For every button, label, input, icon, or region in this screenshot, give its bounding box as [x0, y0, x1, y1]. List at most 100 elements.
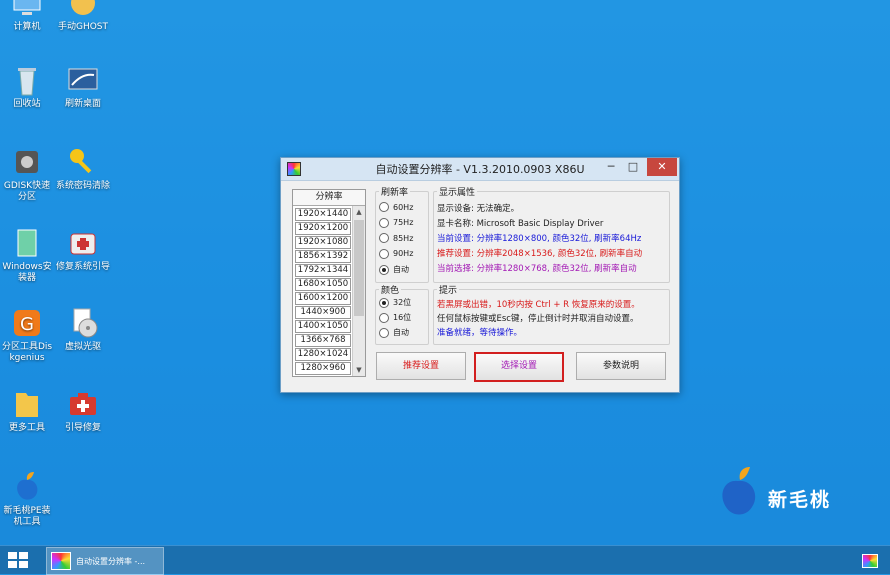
hint-line: 准备就绪，等待操作。 — [437, 328, 523, 338]
display-info-line: 当前设置: 分辨率1280×800, 颜色32位, 刷新率64Hz — [437, 234, 642, 244]
taskbar-item-resolution[interactable]: 自动设置分辨率 -... — [46, 547, 164, 575]
desktop-icon-label: 更多工具 — [8, 423, 45, 433]
toolbox-icon — [66, 387, 100, 421]
resolution-option[interactable]: 1280×800 — [295, 376, 351, 377]
tray-app-icon[interactable] — [862, 554, 878, 568]
resolution-option[interactable]: 1280×960 — [295, 362, 351, 375]
resolution-option[interactable]: 1920×1440 — [295, 208, 351, 221]
color-depth-option[interactable]: 32位 — [379, 297, 411, 308]
scroll-up-icon[interactable]: ▲ — [353, 206, 365, 218]
start-button[interactable] — [8, 552, 28, 568]
recommend-settings-label: 推荐设置 — [402, 361, 439, 371]
title-bar[interactable]: 自动设置分辨率 - V1.3.2010.0903 X86U ─ □ ✕ — [281, 158, 679, 181]
refresh-desktop-icon — [66, 63, 100, 97]
color-depth-option[interactable]: 16位 — [379, 312, 411, 323]
windows-logo-icon — [8, 552, 17, 559]
xinmaotao-icon — [10, 470, 44, 504]
computer-icon — [10, 0, 44, 20]
repair-boot-icon — [66, 226, 100, 260]
resolution-option[interactable]: 1856×1392 — [295, 250, 351, 263]
desktop-icon-label: 虚拟光驱 — [64, 342, 101, 352]
brand-text: 新毛桃 — [768, 489, 832, 511]
brand-logo: 新毛桃 — [716, 465, 856, 521]
desktop-icon-label: GDISK快速分区 — [3, 181, 51, 202]
refresh-rate-option[interactable]: 85Hz — [379, 233, 413, 243]
radio-dot-icon — [379, 327, 389, 338]
resolution-option[interactable]: 1400×1050 — [295, 320, 351, 333]
refresh-rate-option[interactable]: 90Hz — [379, 248, 414, 259]
refresh-rate-option[interactable]: 自动 — [379, 264, 409, 275]
refresh-rate-option-label: 75Hz — [393, 218, 414, 227]
resolution-option[interactable]: 1280×1024 — [295, 348, 351, 361]
resolution-list[interactable]: 分辨率 1920×1440 1920×1200 1920×1080 1856×1392… — [292, 189, 366, 377]
refresh-rate-option[interactable]: 60Hz — [379, 202, 413, 212]
resolution-option[interactable]: 1440×900 — [295, 306, 351, 319]
desktop-icon-password[interactable]: 系统密码清除 — [56, 145, 110, 192]
desktop-icon-virtual-drive[interactable]: 虚拟光驱 — [56, 306, 110, 353]
taskbar: 自动设置分辨率 -... — [0, 545, 890, 575]
select-settings-button[interactable]: 选择设置 — [474, 352, 564, 382]
gdisk-icon — [10, 145, 44, 179]
display-info-line: 推荐设置: 分辨率2048×1536, 颜色32位, 刷新率自动 — [437, 249, 643, 259]
desktop-icon-label: 计算机 — [13, 22, 41, 32]
desktop-icon-recycle-bin[interactable]: 回收站 — [0, 63, 54, 110]
desktop-icon-gdisk[interactable]: GDISK快速分区 — [0, 145, 54, 203]
desktop-icon-boot-repair[interactable]: 引导修复 — [56, 387, 110, 434]
desktop-icon-repair-boot[interactable]: 修复系统引导 — [56, 226, 110, 273]
select-settings-label: 选择设置 — [500, 361, 537, 371]
recycle-bin-icon — [10, 63, 44, 97]
desktop-icon-label: 系统密码清除 — [56, 181, 111, 191]
svg-text:G: G — [20, 314, 34, 335]
desktop-icon-more-tools[interactable]: 更多工具 — [0, 387, 54, 434]
hint-line: 若黑屏或出错，10秒内按 Ctrl + R 恢复原来的设置。 — [437, 300, 640, 310]
desktop-icon-diskgenius[interactable]: G 分区工具Diskgenius — [0, 306, 54, 364]
diskgenius-icon: G — [10, 306, 44, 340]
resolution-option[interactable]: 1680×1050 — [295, 278, 351, 291]
resolution-scrollbar[interactable]: ▲ ▼ — [352, 206, 365, 376]
desktop-icon-label: 引导修复 — [64, 423, 101, 433]
resolution-dialog: 自动设置分辨率 - V1.3.2010.0903 X86U ─ □ ✕ 分辨率 … — [280, 157, 680, 393]
parameter-help-label: 参数说明 — [602, 361, 639, 371]
hint-line: 任何鼠标按键或Esc键，停止倒计时并取消自动设置。 — [437, 314, 639, 324]
app-icon — [51, 552, 71, 570]
close-button[interactable]: ✕ — [647, 158, 677, 176]
resolution-option[interactable]: 1792×1344 — [295, 264, 351, 277]
folder-icon — [10, 387, 44, 421]
color-depth-option-label: 16位 — [393, 313, 412, 322]
resolution-option[interactable]: 1920×1080 — [295, 236, 351, 249]
desktop-icon-xinmaotao[interactable]: 新毛桃PE装机工具 — [0, 470, 54, 528]
parameter-help-button[interactable]: 参数说明 — [576, 352, 666, 380]
desktop-icon-windows-installer[interactable]: Windows安装器 — [0, 226, 54, 284]
display-info-line: 当前选择: 分辨率1280×768, 颜色32位, 刷新率自动 — [437, 264, 637, 274]
desktop-icon-computer[interactable]: 计算机 — [0, 0, 54, 33]
scroll-thumb[interactable] — [354, 220, 364, 316]
refresh-rate-option[interactable]: 75Hz — [379, 217, 414, 228]
desktop-icon-label: 刷新桌面 — [64, 99, 101, 109]
desktop-icon-label: 分区工具Diskgenius — [1, 342, 53, 363]
refresh-rate-legend: 刷新率 — [381, 188, 409, 198]
refresh-rate-option-label: 60Hz — [393, 202, 414, 212]
windows-installer-icon — [10, 226, 44, 260]
resolution-option[interactable]: 1600×1200 — [295, 292, 351, 305]
desktop-icon-label: 回收站 — [13, 99, 41, 109]
desktop-icon-label: 新毛桃PE装机工具 — [3, 506, 51, 527]
color-depth-option-label: 32位 — [393, 298, 412, 307]
desktop-icon-refresh[interactable]: 刷新桌面 — [56, 63, 110, 110]
resolution-option[interactable]: 1920×1200 — [295, 222, 351, 235]
minimize-button[interactable]: ─ — [599, 158, 623, 176]
virtual-drive-icon — [66, 306, 100, 340]
display-info-line: 显卡名称: Microsoft Basic Display Driver — [437, 219, 604, 229]
hint-legend: 提示 — [439, 286, 458, 296]
scroll-down-icon[interactable]: ▼ — [353, 364, 365, 376]
resolution-option[interactable]: 1366×768 — [295, 334, 351, 347]
radio-dot-icon — [379, 248, 389, 259]
refresh-rate-option-label: 90Hz — [393, 249, 414, 258]
refresh-rate-option-label: 85Hz — [393, 233, 414, 243]
recommend-settings-button[interactable]: 推荐设置 — [376, 352, 466, 380]
color-depth-option[interactable]: 自动 — [379, 327, 409, 338]
desktop-icon-ghost[interactable]: 手动GHOST — [56, 0, 110, 33]
radio-dot-icon — [379, 297, 389, 308]
desktop-icon-label: 修复系统引导 — [56, 262, 111, 272]
radio-dot-icon — [379, 312, 389, 323]
maximize-button[interactable]: □ — [621, 158, 645, 176]
